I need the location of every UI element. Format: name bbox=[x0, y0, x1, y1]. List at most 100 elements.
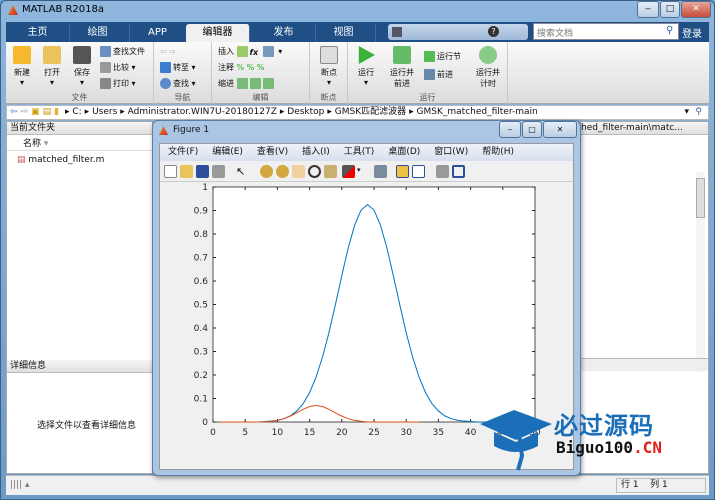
print-button[interactable]: 打印 ▾ bbox=[100, 77, 136, 91]
run-and-time-button[interactable]: 运行并 计时 bbox=[472, 44, 504, 89]
menu-view[interactable]: 查看(V) bbox=[257, 147, 288, 157]
menu-window[interactable]: 窗口(W) bbox=[434, 147, 468, 157]
minimize-button[interactable]: ‒ bbox=[637, 1, 659, 18]
login-link[interactable]: 登录 bbox=[682, 25, 702, 40]
run-advance-button[interactable]: 运行并 前进 bbox=[386, 44, 418, 89]
forward-icon[interactable]: ⇨ bbox=[21, 107, 29, 117]
breadcrumb-item[interactable]: C: bbox=[72, 107, 81, 117]
new-figure-icon[interactable] bbox=[164, 165, 177, 178]
print-figure-icon[interactable] bbox=[212, 165, 225, 178]
file-name: matched_filter.m bbox=[28, 155, 105, 165]
breadcrumb-item[interactable]: Users bbox=[92, 107, 117, 117]
figure-minimize-button[interactable]: ‒ bbox=[499, 121, 521, 138]
figure-title: Figure 1 bbox=[173, 125, 210, 135]
data-cursor-icon[interactable] bbox=[324, 165, 337, 178]
indent-button[interactable]: 缩进 bbox=[218, 77, 276, 91]
close-button[interactable]: ✕ bbox=[681, 1, 711, 18]
open-button[interactable]: 打开 ▾ bbox=[38, 44, 66, 87]
find-button[interactable]: 查找 ▾ bbox=[160, 77, 196, 91]
find-files-label: 查找文件 bbox=[113, 47, 145, 56]
decrease-indent-icon bbox=[262, 78, 274, 89]
cursor-position: 行 1 列 1 bbox=[616, 478, 706, 493]
menu-tools[interactable]: 工具(T) bbox=[344, 147, 375, 157]
colorbar-icon[interactable] bbox=[396, 165, 409, 178]
y-tick-label: 0.5 bbox=[194, 301, 208, 311]
zoom-in-icon[interactable] bbox=[260, 165, 273, 178]
folder-icon: ▮ bbox=[54, 107, 60, 117]
insert-button[interactable]: 插入 fx ▾ bbox=[218, 45, 282, 59]
tab-publish[interactable]: 发布 bbox=[252, 24, 316, 42]
find-files-button[interactable]: 查找文件 bbox=[100, 45, 145, 59]
zoom-out-icon[interactable] bbox=[276, 165, 289, 178]
search-folder-icon[interactable]: ⚲ bbox=[695, 106, 702, 119]
x-tick-label: 35 bbox=[433, 428, 444, 438]
run-section-button[interactable]: 运行节 bbox=[424, 50, 461, 64]
menu-edit[interactable]: 编辑(E) bbox=[212, 147, 243, 157]
figure-menubar: 文件(F) 编辑(E) 查看(V) 插入(I) 工具(T) 桌面(D) 窗口(W) 帮助(H) bbox=[160, 144, 573, 161]
address-dropdown-icon[interactable]: ▾ bbox=[684, 106, 689, 119]
run-button[interactable]: 运行 ▾ bbox=[352, 44, 380, 87]
y-tick-label: 0.2 bbox=[194, 371, 208, 381]
breadcrumb-item[interactable]: Administrator.WIN7U-20180127Z bbox=[128, 107, 277, 117]
save-button[interactable]: 保存 ▾ bbox=[68, 44, 96, 87]
maximize-button[interactable]: □ bbox=[660, 1, 680, 18]
search-icon[interactable]: ⚲ bbox=[666, 25, 673, 36]
comment-button[interactable]: 注释 % % % bbox=[218, 61, 264, 75]
column-header-name[interactable]: 名称 ▾ bbox=[7, 137, 152, 151]
open-file-icon[interactable] bbox=[180, 165, 193, 178]
compare-button[interactable]: 比较 ▾ bbox=[100, 61, 136, 75]
back-forward-buttons[interactable]: ⇦ ⇨ bbox=[160, 45, 176, 59]
save-figure-icon[interactable] bbox=[196, 165, 209, 178]
tab-editor[interactable]: 编辑器 bbox=[186, 24, 250, 42]
address-bar[interactable]: ⇦ ⇨ ▣ ▤ ▮ ▸ C: ▸ Users ▸ Administrator.WIN7U-2… bbox=[6, 105, 709, 120]
plot-area bbox=[212, 186, 536, 423]
scrollbar-thumb[interactable] bbox=[696, 178, 705, 218]
legend-icon[interactable] bbox=[412, 165, 425, 178]
col-label: 列 bbox=[650, 480, 660, 490]
breakpoints-button[interactable]: 断点 ▾ bbox=[315, 44, 343, 87]
status-bar: |||| ▴ 行 1 列 1 bbox=[6, 475, 709, 495]
file-list-item[interactable]: ▤ matched_filter.m bbox=[7, 154, 152, 167]
figure-maximize-button[interactable]: □ bbox=[522, 121, 542, 138]
edit-plot-arrow-icon[interactable]: ↖ bbox=[236, 165, 249, 178]
link-plot-icon[interactable] bbox=[374, 165, 387, 178]
back-icon[interactable]: ⇦ bbox=[10, 107, 18, 117]
y-tick-label: 0.7 bbox=[194, 254, 208, 264]
show-plot-tools-icon[interactable] bbox=[452, 165, 465, 178]
watermark-tld: .CN bbox=[633, 438, 662, 457]
brush-dropdown-icon[interactable]: ▾ bbox=[357, 166, 361, 174]
save-icon[interactable] bbox=[392, 27, 402, 37]
tab-home[interactable]: 主页 bbox=[6, 24, 70, 42]
brush-icon[interactable] bbox=[342, 165, 355, 178]
menu-insert[interactable]: 插入(I) bbox=[302, 147, 330, 157]
run-advance-icon bbox=[393, 46, 411, 64]
rotate-3d-icon[interactable] bbox=[308, 165, 321, 178]
navigate-group: ⇦ ⇨ 转至 ▾ 查找 ▾ 导航 bbox=[154, 42, 212, 104]
editor-scrollbar[interactable] bbox=[696, 172, 705, 372]
advance-button[interactable]: 前进 bbox=[424, 68, 453, 82]
breadcrumb-item[interactable]: Desktop bbox=[287, 107, 324, 117]
x-tick-label: 25 bbox=[368, 428, 379, 438]
breadcrumb-item[interactable]: GMSK_matched_filter-main bbox=[417, 107, 538, 117]
search-docs-input[interactable]: 搜索文档 bbox=[533, 23, 679, 40]
run-advance-label: 运行并 前进 bbox=[390, 68, 414, 88]
menu-file[interactable]: 文件(F) bbox=[168, 147, 198, 157]
browse-folder-icon[interactable]: ▤ bbox=[43, 107, 52, 117]
tab-plots[interactable]: 绘图 bbox=[66, 24, 130, 42]
hide-plot-tools-icon[interactable] bbox=[436, 165, 449, 178]
menu-help[interactable]: 帮助(H) bbox=[482, 147, 514, 157]
name-column-label: 名称 bbox=[23, 139, 42, 149]
tab-apps[interactable]: APP bbox=[126, 24, 190, 42]
up-folder-icon[interactable]: ▣ bbox=[31, 107, 40, 117]
pan-hand-icon[interactable] bbox=[292, 165, 305, 178]
editor-title: hed_filter-main\matc... bbox=[581, 122, 708, 135]
breadcrumb-item[interactable]: GMSK匹配滤波器 bbox=[335, 107, 406, 117]
new-button[interactable]: 新建 ▾ bbox=[8, 44, 36, 87]
help-icon[interactable]: ? bbox=[488, 26, 499, 37]
menu-desktop[interactable]: 桌面(D) bbox=[388, 147, 420, 157]
goto-button[interactable]: 转至 ▾ bbox=[160, 61, 196, 75]
tab-view[interactable]: 视图 bbox=[312, 24, 376, 42]
run-label: 运行 bbox=[358, 68, 374, 77]
find-icon bbox=[160, 78, 171, 89]
figure-close-button[interactable]: ✕ bbox=[543, 121, 577, 138]
